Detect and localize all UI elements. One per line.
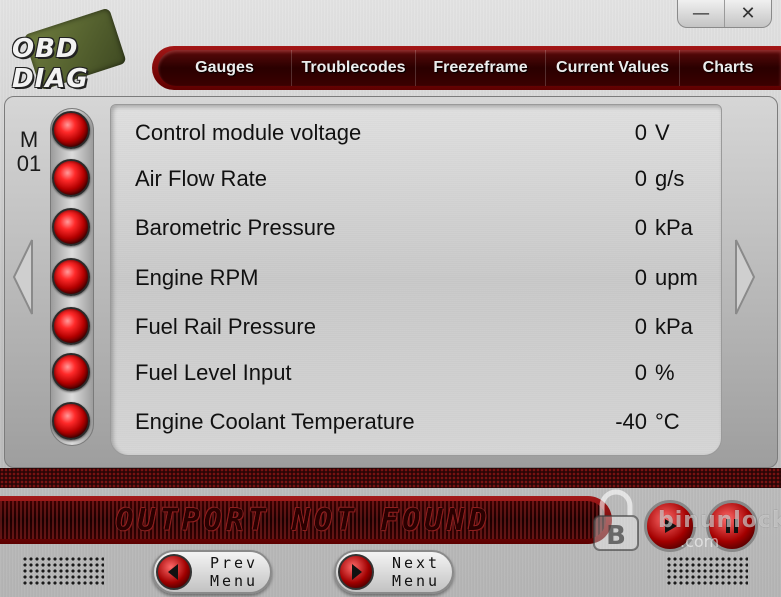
value-label: Control module voltage [135, 120, 362, 145]
prev-menu-line1: Prev [209, 554, 259, 572]
value-unit: % [655, 360, 675, 385]
row-select-led-2[interactable] [52, 159, 90, 197]
main-nav: Gauges Troublecodes Freezeframe Current … [152, 46, 781, 90]
connect-button[interactable] [644, 500, 696, 552]
right-triangle-icon [352, 564, 362, 580]
list-item: Fuel Rail Pressure 0 kPa [135, 312, 715, 342]
value-unit: upm [655, 265, 698, 290]
row-select-led-5[interactable] [52, 307, 90, 345]
mode-number: 01 [16, 151, 42, 176]
row-select-led-3[interactable] [52, 208, 90, 246]
tab-charts[interactable]: Charts [680, 50, 776, 86]
left-triangle-icon [168, 564, 178, 580]
row-select-led-4[interactable] [52, 258, 90, 296]
play-icon [665, 519, 677, 533]
value-unit: V [655, 120, 670, 145]
value-unit: kPa [655, 314, 693, 339]
list-item: Engine RPM 0 upm [135, 263, 715, 293]
logo-text: OBD DIAG [12, 34, 89, 94]
list-item: Fuel Level Input 0 % [135, 358, 715, 388]
window-controls: — ✕ [677, 0, 772, 28]
value-label: Air Flow Rate [135, 166, 268, 191]
tab-current-values[interactable]: Current Values [546, 50, 680, 86]
close-button[interactable]: ✕ [724, 0, 771, 27]
value-reading: 0 [634, 166, 647, 191]
mode-letter: M [19, 127, 39, 152]
row-select-led-6[interactable] [52, 353, 90, 391]
value-label: Engine Coolant Temperature [135, 409, 415, 434]
tab-freezeframe[interactable]: Freezeframe [416, 50, 546, 86]
pause-icon [726, 519, 738, 533]
status-message: OUTPORT NOT FOUND [115, 502, 491, 538]
list-item: Control module voltage 0 V [135, 118, 715, 148]
page-right-arrow-icon[interactable] [734, 238, 756, 316]
value-reading: 0 [634, 215, 647, 240]
status-display: OUTPORT NOT FOUND [0, 496, 612, 544]
value-reading: 0 [634, 265, 647, 290]
minimize-button[interactable]: — [678, 0, 724, 27]
app-window: OBD DIAG — ✕ Gauges Troublecodes Freezef… [0, 0, 781, 597]
row-select-led-1[interactable] [52, 111, 90, 149]
prev-menu-button[interactable]: Prev Menu [152, 550, 272, 594]
list-item: Barometric Pressure 0 kPa [135, 213, 715, 243]
values-list: Control module voltage 0 V Air Flow Rate… [110, 104, 722, 456]
list-item: Air Flow Rate 0 g/s [135, 164, 715, 194]
next-menu-line1: Next [391, 554, 441, 572]
value-label: Engine RPM [135, 265, 259, 290]
value-unit: kPa [655, 215, 693, 240]
speaker-grille [0, 468, 781, 488]
value-unit: g/s [655, 166, 685, 191]
value-reading: 0 [634, 120, 647, 145]
list-item: Engine Coolant Temperature -40 °C [135, 407, 715, 437]
value-label: Fuel Level Input [135, 360, 292, 385]
next-menu-button[interactable]: Next Menu [334, 550, 454, 594]
tab-troublecodes[interactable]: Troublecodes [292, 50, 416, 86]
value-reading: 0 [634, 314, 647, 339]
speaker-left [22, 556, 104, 586]
row-select-led-7[interactable] [52, 402, 90, 440]
value-reading: -40 [615, 409, 647, 434]
prev-menu-line2: Menu [209, 572, 259, 590]
value-label: Barometric Pressure [135, 215, 336, 240]
app-logo: OBD DIAG [12, 7, 132, 94]
pause-button[interactable] [706, 500, 758, 552]
mode-indicator: M 01 [14, 128, 44, 176]
tab-gauges[interactable]: Gauges [158, 50, 292, 86]
page-left-arrow-icon[interactable] [12, 238, 34, 316]
next-menu-line2: Menu [391, 572, 441, 590]
value-label: Fuel Rail Pressure [135, 314, 316, 339]
value-reading: 0 [634, 360, 647, 385]
value-unit: °C [655, 409, 680, 434]
speaker-right [666, 556, 748, 586]
